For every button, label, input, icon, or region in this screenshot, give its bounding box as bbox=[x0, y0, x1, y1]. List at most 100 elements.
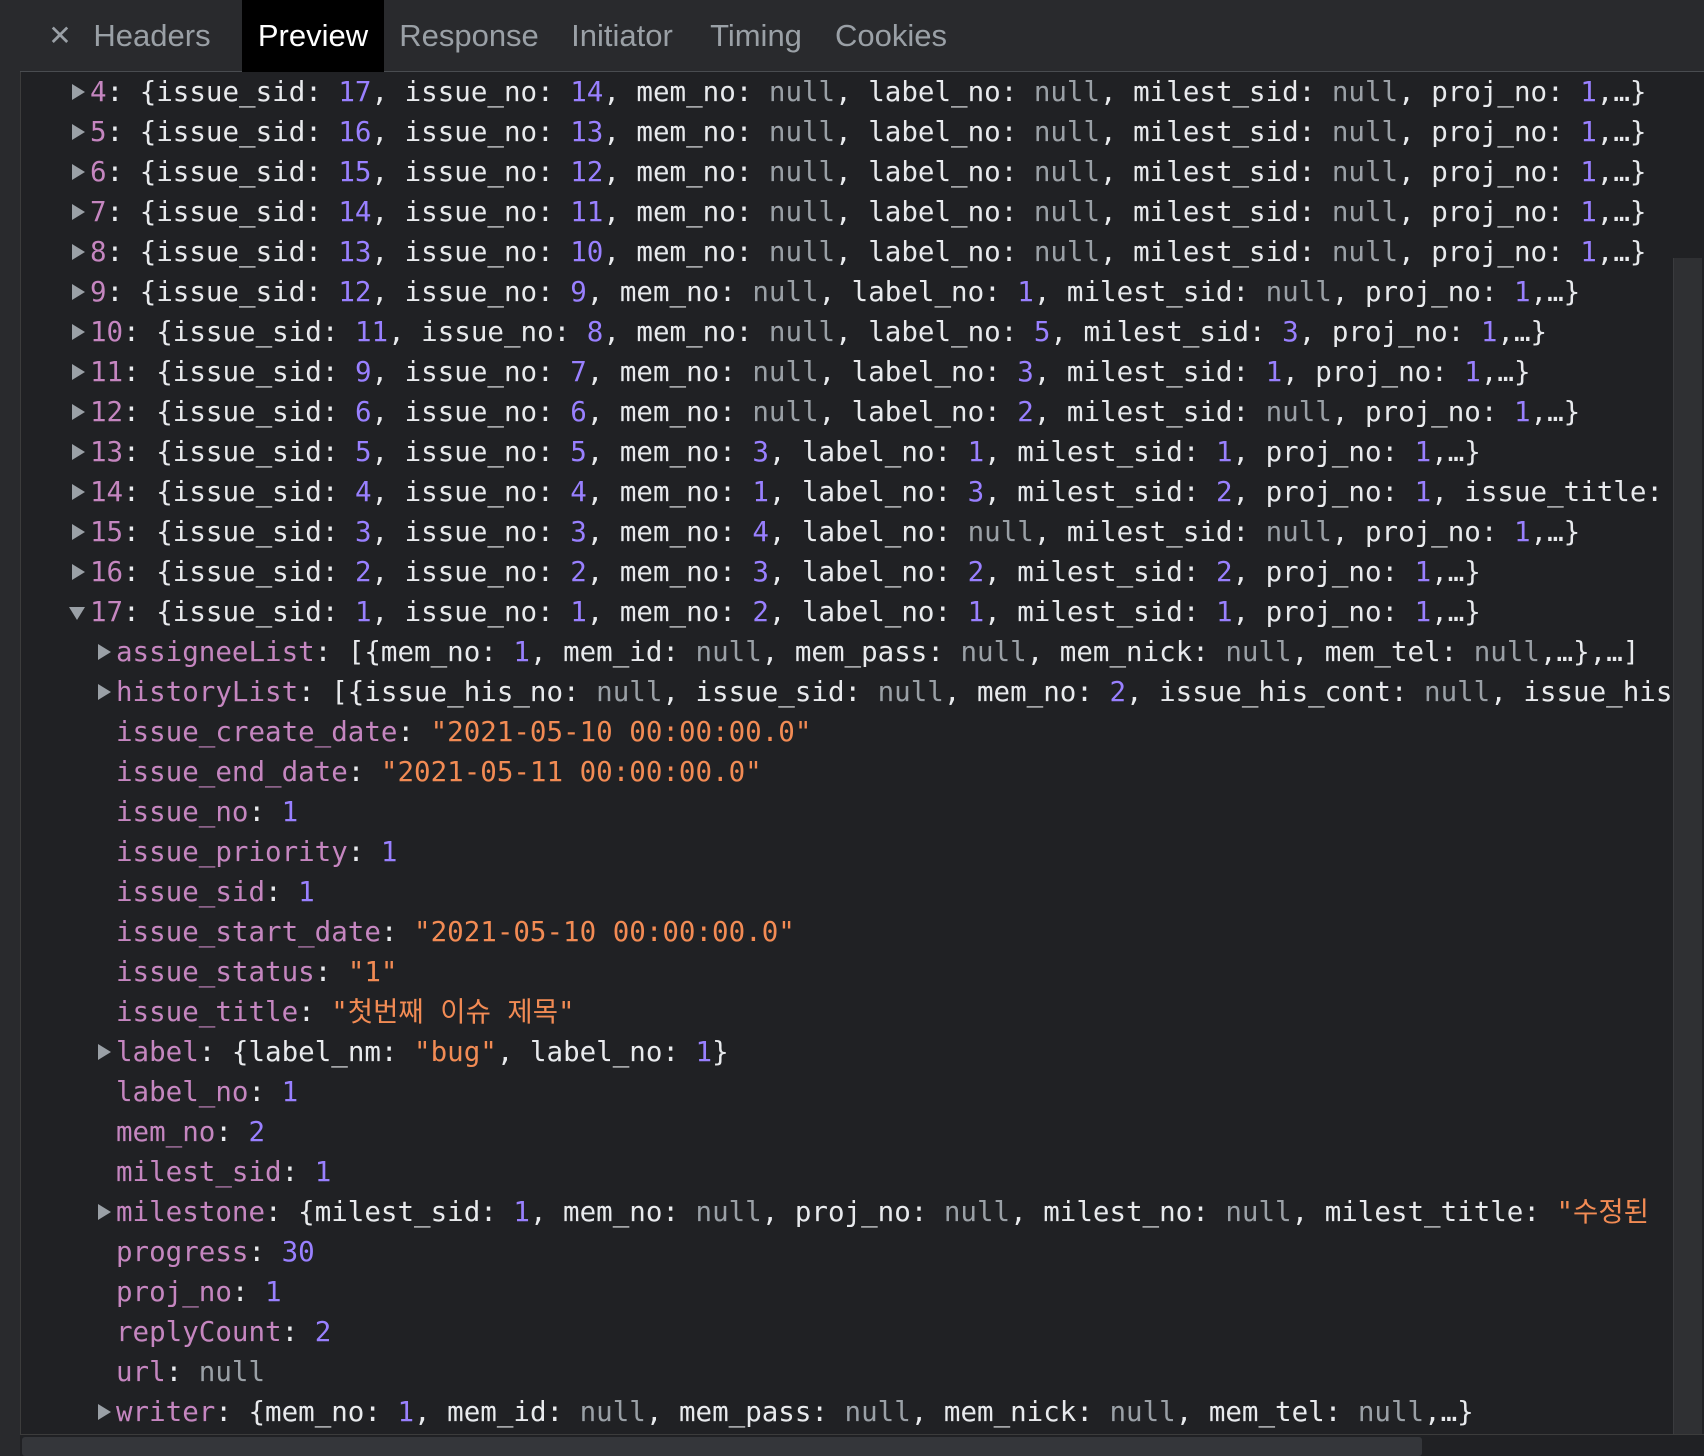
tab-headers[interactable]: Headers bbox=[80, 0, 224, 72]
property-key: 4 bbox=[90, 76, 107, 108]
array-entry-row[interactable]: 4: {issue_sid: 17, issue_no: 14, mem_no:… bbox=[20, 72, 1670, 112]
array-entry-row[interactable]: 13: {issue_sid: 5, issue_no: 5, mem_no: … bbox=[20, 432, 1670, 472]
property-key: label bbox=[116, 1036, 199, 1068]
expand-triangle-right-icon[interactable] bbox=[68, 112, 88, 152]
expand-triangle-right-icon[interactable] bbox=[68, 272, 88, 312]
expand-triangle-right-icon[interactable] bbox=[94, 672, 114, 712]
property-value: {milest_sid: 1, mem_no: null, proj_no: n… bbox=[298, 1196, 1666, 1228]
property-key: issue_no bbox=[116, 796, 249, 828]
property-value: {issue_sid: 13, issue_no: 10, mem_no: nu… bbox=[139, 236, 1647, 268]
property-value: {issue_sid: 14, issue_no: 11, mem_no: nu… bbox=[139, 196, 1647, 228]
property-value: {issue_sid: 1, issue_no: 1, mem_no: 2, l… bbox=[156, 596, 1481, 628]
property-value: "2021-05-10 00:00:00.0" bbox=[414, 916, 795, 948]
property-value: [{mem_no: 1, mem_id: null, mem_pass: nul… bbox=[347, 636, 1640, 668]
expand-triangle-right-icon[interactable] bbox=[68, 72, 88, 112]
property-key: milestone bbox=[116, 1196, 266, 1228]
tab-cookies[interactable]: Cookies bbox=[816, 0, 966, 72]
expand-triangle-right-icon[interactable] bbox=[94, 1392, 114, 1432]
expand-triangle-right-icon[interactable] bbox=[68, 192, 88, 232]
property-key: issue_create_date bbox=[116, 716, 398, 748]
property-key: issue_start_date bbox=[116, 916, 381, 948]
property-key: 13 bbox=[90, 436, 124, 468]
property-value: 2 bbox=[314, 1316, 332, 1348]
property-row-issue-sid: issue_sid: 1 bbox=[116, 876, 315, 908]
property-key: 7 bbox=[90, 196, 107, 228]
expand-triangle-right-icon[interactable] bbox=[94, 1032, 114, 1072]
array-entry-row[interactable]: 15: {issue_sid: 3, issue_no: 3, mem_no: … bbox=[20, 512, 1670, 552]
tab-preview[interactable]: Preview bbox=[242, 0, 384, 72]
property-row-milestone[interactable]: milestone: {milest_sid: 1, mem_no: null,… bbox=[20, 1192, 1670, 1232]
property-row-replycount: replyCount: 2 bbox=[116, 1316, 332, 1348]
property-value: {issue_sid: 15, issue_no: 12, mem_no: nu… bbox=[139, 156, 1647, 188]
array-entry-row[interactable]: 9: {issue_sid: 12, issue_no: 9, mem_no: … bbox=[20, 272, 1670, 312]
horizontal-scrollbar-thumb[interactable] bbox=[22, 1437, 1422, 1456]
property-row-assigneelist[interactable]: assigneeList: [{mem_no: 1, mem_id: null,… bbox=[20, 632, 1670, 672]
property-key: 5 bbox=[90, 116, 107, 148]
property-key: label_no bbox=[116, 1076, 249, 1108]
property-value: "2021-05-10 00:00:00.0" bbox=[430, 716, 812, 748]
property-key: issue_title bbox=[116, 996, 299, 1028]
property-row-writer[interactable]: writer: {mem_no: 1, mem_id: null, mem_pa… bbox=[20, 1392, 1670, 1432]
array-entry-row[interactable]: 10: {issue_sid: 11, issue_no: 8, mem_no:… bbox=[20, 312, 1670, 352]
expand-triangle-right-icon[interactable] bbox=[68, 432, 88, 472]
property-value: {issue_sid: 11, issue_no: 8, mem_no: nul… bbox=[156, 316, 1548, 348]
property-row-historylist[interactable]: historyList: [{issue_his_no: null, issue… bbox=[20, 672, 1670, 712]
property-key: 17 bbox=[90, 596, 124, 628]
property-key: milest_sid bbox=[116, 1156, 282, 1188]
expand-triangle-right-icon[interactable] bbox=[68, 392, 88, 432]
property-key: 6 bbox=[90, 156, 107, 188]
property-key: issue_priority bbox=[116, 836, 348, 868]
array-entry-row[interactable]: 6: {issue_sid: 15, issue_no: 12, mem_no:… bbox=[20, 152, 1670, 192]
property-key: assigneeList bbox=[116, 636, 315, 668]
property-row-proj-no: proj_no: 1 bbox=[116, 1276, 282, 1308]
property-value: 1 bbox=[281, 1076, 299, 1108]
property-value: 1 bbox=[281, 796, 299, 828]
array-entry-row[interactable]: 7: {issue_sid: 14, issue_no: 11, mem_no:… bbox=[20, 192, 1670, 232]
expand-triangle-right-icon[interactable] bbox=[68, 232, 88, 272]
array-entry-row[interactable]: 5: {issue_sid: 16, issue_no: 13, mem_no:… bbox=[20, 112, 1670, 152]
tab-timing[interactable]: Timing bbox=[690, 0, 822, 72]
array-entry-row[interactable]: 12: {issue_sid: 6, issue_no: 6, mem_no: … bbox=[20, 392, 1670, 432]
json-preview-tree: 4: {issue_sid: 17, issue_no: 14, mem_no:… bbox=[20, 72, 1670, 1434]
array-entry-row[interactable]: 8: {issue_sid: 13, issue_no: 10, mem_no:… bbox=[20, 232, 1670, 272]
array-entry-row[interactable]: 14: {issue_sid: 4, issue_no: 4, mem_no: … bbox=[20, 472, 1670, 512]
property-value: 1 bbox=[298, 876, 315, 908]
tab-response[interactable]: Response bbox=[384, 0, 554, 72]
property-value: {issue_sid: 4, issue_no: 4, mem_no: 1, l… bbox=[156, 476, 1663, 508]
property-row-label[interactable]: label: {label_nm: "bug", label_no: 1} bbox=[20, 1032, 1670, 1072]
property-value: {mem_no: 1, mem_id: null, mem_pass: null… bbox=[248, 1396, 1474, 1428]
property-key: progress bbox=[116, 1236, 249, 1268]
expand-triangle-right-icon[interactable] bbox=[68, 312, 88, 352]
property-value: "1" bbox=[347, 956, 398, 988]
expand-triangle-right-icon[interactable] bbox=[94, 1192, 114, 1232]
property-value: 2 bbox=[248, 1116, 266, 1148]
array-entry-row[interactable]: 16: {issue_sid: 2, issue_no: 2, mem_no: … bbox=[20, 552, 1670, 592]
property-value: 1 bbox=[314, 1156, 332, 1188]
property-value: null bbox=[198, 1356, 266, 1388]
property-key: 16 bbox=[90, 556, 124, 588]
property-row-mem-no: mem_no: 2 bbox=[116, 1116, 266, 1148]
expand-triangle-right-icon[interactable] bbox=[68, 472, 88, 512]
property-row-issue-priority: issue_priority: 1 bbox=[116, 836, 398, 868]
expand-triangle-right-icon[interactable] bbox=[68, 152, 88, 192]
property-value: {issue_sid: 16, issue_no: 13, mem_no: nu… bbox=[139, 116, 1647, 148]
close-icon[interactable]: ✕ bbox=[40, 12, 80, 60]
property-row-issue-no: issue_no: 1 bbox=[116, 796, 299, 828]
left-gutter bbox=[0, 0, 21, 1456]
expand-triangle-down-icon[interactable] bbox=[68, 592, 88, 632]
property-row-issue-start-date: issue_start_date: "2021-05-10 00:00:00.0… bbox=[116, 916, 795, 948]
property-value: 1 bbox=[265, 1276, 282, 1308]
property-row-issue-create-date: issue_create_date: "2021-05-10 00:00:00.… bbox=[116, 716, 812, 748]
expand-triangle-right-icon[interactable] bbox=[68, 352, 88, 392]
property-key: url bbox=[116, 1356, 166, 1388]
expand-triangle-right-icon[interactable] bbox=[94, 632, 114, 672]
property-row-milest-sid: milest_sid: 1 bbox=[116, 1156, 332, 1188]
expand-triangle-right-icon[interactable] bbox=[68, 512, 88, 552]
expand-triangle-right-icon[interactable] bbox=[68, 552, 88, 592]
array-entry-row[interactable]: 17: {issue_sid: 1, issue_no: 1, mem_no: … bbox=[20, 592, 1670, 632]
array-entry-row[interactable]: 11: {issue_sid: 9, issue_no: 7, mem_no: … bbox=[20, 352, 1670, 392]
vertical-scrollbar-thumb[interactable] bbox=[1673, 258, 1702, 1434]
property-key: 14 bbox=[90, 476, 124, 508]
tab-initiator[interactable]: Initiator bbox=[552, 0, 692, 72]
property-key: issue_end_date bbox=[116, 756, 348, 788]
